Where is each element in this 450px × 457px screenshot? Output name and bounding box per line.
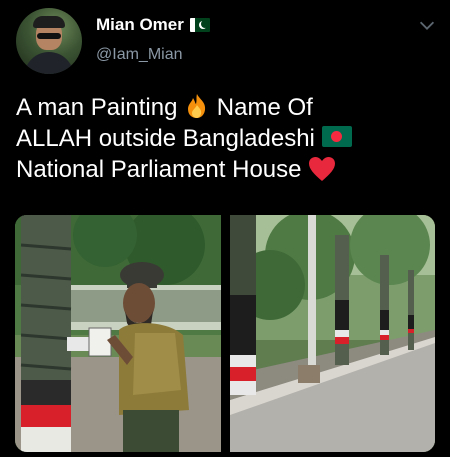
bangladesh-flag-icon <box>321 126 352 148</box>
fire-icon <box>188 93 206 118</box>
author-handle[interactable]: @Iam_Mian <box>96 46 183 64</box>
tweet-line-1-tail: Name Of <box>216 94 313 121</box>
avatar-cap <box>33 16 65 28</box>
tweet-line-1-text: A man Painting <box>16 94 178 121</box>
pakistan-flag-icon <box>189 18 210 32</box>
avatar-body <box>24 52 74 74</box>
tweet-line-2-text: ALLAH outside Bangladeshi <box>16 125 315 152</box>
tweet-line-2: ALLAH outside Bangladeshi <box>16 123 441 154</box>
avatar-glasses <box>37 33 61 39</box>
author-name-row[interactable]: Mian Omer <box>96 14 210 36</box>
chevron-down-icon[interactable] <box>416 14 438 36</box>
painted-trees-road-image <box>230 215 435 452</box>
tweet-text: A man Painting Name Of ALLAH outside Ban… <box>16 92 441 185</box>
tweet-line-3: National Parliament House <box>16 154 441 185</box>
man-painting-tree-image <box>15 215 221 452</box>
avatar[interactable] <box>16 8 82 74</box>
heart-icon <box>309 156 336 181</box>
tweet-line-1: A man Painting Name Of <box>16 92 441 123</box>
author-name[interactable]: Mian Omer <box>96 15 184 35</box>
tweet-photo-right[interactable] <box>230 215 435 452</box>
tweet-photo-left[interactable] <box>15 215 221 452</box>
tweet-header: Mian Omer @Iam_Mian <box>0 0 450 80</box>
tweet-line-3-text: National Parliament House <box>16 156 302 183</box>
